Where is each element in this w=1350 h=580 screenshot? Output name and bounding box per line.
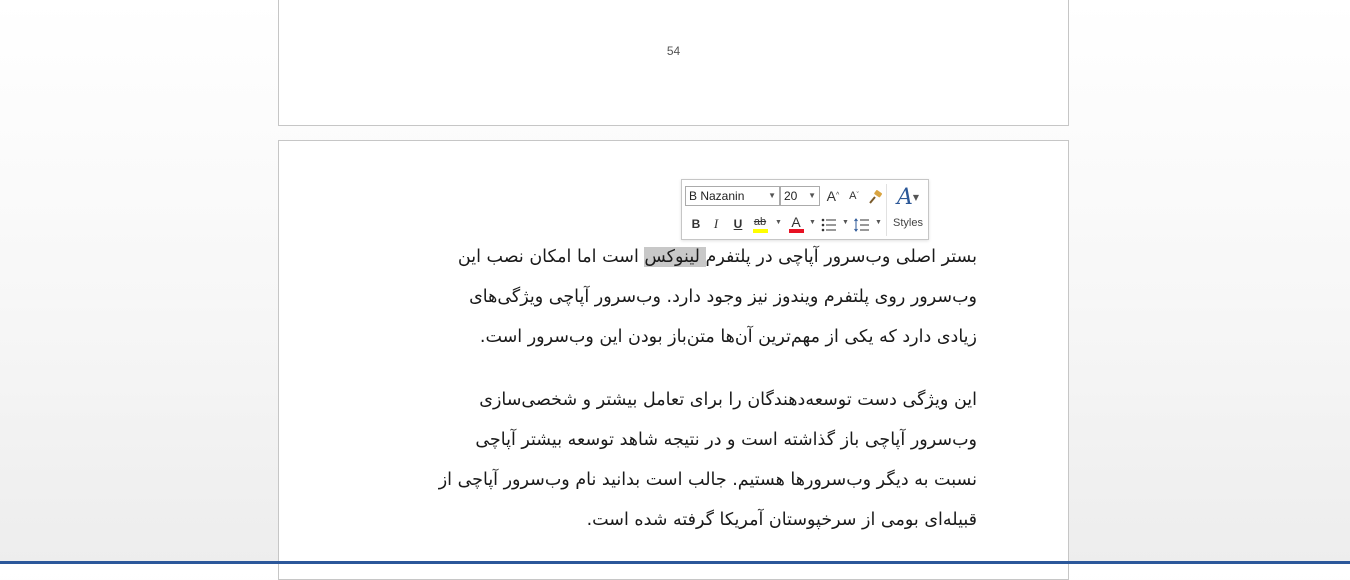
line-spacing-button[interactable] [853,214,871,234]
font-color-swatch [789,229,804,233]
styles-icon: A [896,185,913,210]
styles-label: Styles [893,217,923,229]
paragraph[interactable]: این ویژگی دست توسعه‌دهندگان را برای تعام… [379,380,977,540]
text-line[interactable]: نسبت به دیگر وب‌سرورها هستیم. جالب است ب… [379,460,977,500]
toolbar-divider [886,184,887,236]
chevron-down-icon[interactable]: ▼ [842,213,849,233]
highlight-icon: ab [753,216,767,228]
document-page-current[interactable]: بستر اصلی وب‌سرور آپاچی در پلتفرم لینوکس… [278,140,1069,580]
shrink-font-button[interactable]: Aˇ [845,186,863,206]
highlight-button[interactable]: ab [751,212,769,233]
chevron-down-icon[interactable]: ▼ [875,213,882,233]
underline-button[interactable]: U [729,214,747,234]
text-line[interactable]: بستر اصلی وب‌سرور آپاچی در پلتفرم لینوکس… [379,237,977,277]
font-color-button[interactable]: A [787,212,805,233]
font-color-icon: A [791,214,801,230]
page-number: 54 [666,44,681,58]
highlight-color-swatch [753,229,768,233]
chevron-down-icon[interactable]: ▼ [775,213,782,233]
grow-font-icon: A [826,188,837,204]
text-line[interactable]: وب‌سرور آپاچی باز گذاشته است و در نتیجه … [379,420,977,460]
text-line[interactable]: زیادی دارد که یکی از مهم‌ترین آن‌ها متن‌… [379,317,977,357]
styles-button[interactable]: A▼ [893,184,923,212]
text-line[interactable]: وب‌سرور روی پلتفرم ویندوز نیز وجود دارد.… [379,277,977,317]
font-name-value: B Nazanin [689,189,745,203]
chevron-down-icon[interactable]: ▼ [768,187,776,205]
bullets-button[interactable] [820,214,838,234]
chevron-down-icon[interactable]: ▼ [808,187,816,205]
line-spacing-icon [854,217,869,232]
format-painter-icon [869,189,883,204]
font-name-combo[interactable]: B Nazanin ▼ [685,186,780,206]
bold-button[interactable]: B [687,214,705,234]
format-painter-button[interactable] [867,186,885,206]
document-page-previous: 54 [278,0,1069,126]
text-line[interactable]: قبیله‌ای بومی از سرخپوستان آمریکا گرفته … [379,500,977,540]
italic-button[interactable]: I [707,214,725,234]
bullets-icon [821,218,836,232]
font-size-value: 20 [784,189,798,203]
text-line[interactable]: این ویژگی دست توسعه‌دهندگان را برای تعام… [379,380,977,420]
font-size-combo[interactable]: 20 ▼ [780,186,820,206]
shrink-font-icon: A [849,190,857,202]
chevron-down-icon[interactable]: ▼ [809,213,816,233]
mini-formatting-toolbar: B Nazanin ▼ 20 ▼ A^ Aˇ A▼ Styles B I U a… [681,179,929,240]
selected-text[interactable]: لینوکس [644,247,706,267]
grow-font-button[interactable]: A^ [824,186,842,206]
paragraph[interactable]: بستر اصلی وب‌سرور آپاچی در پلتفرم لینوکس… [379,237,977,357]
